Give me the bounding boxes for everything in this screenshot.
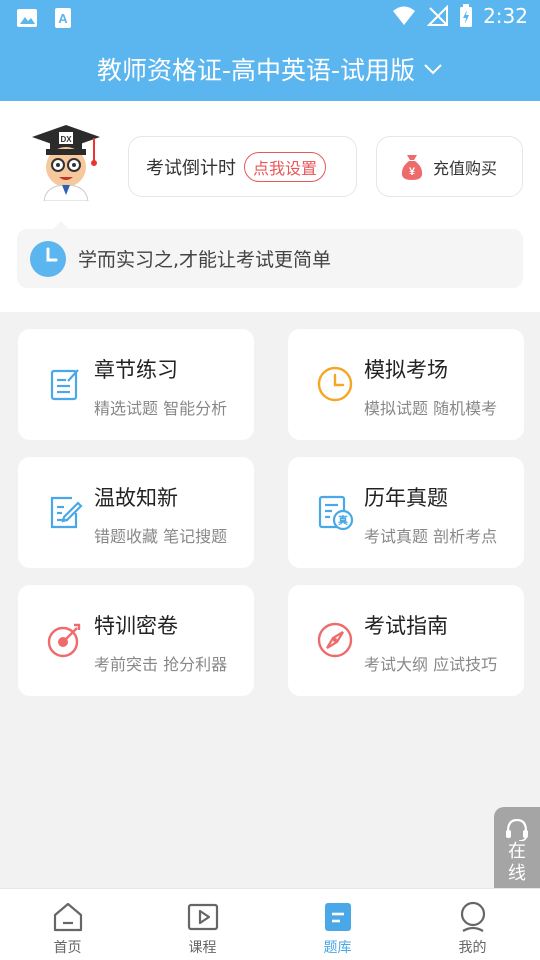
feature-card-exam-guide[interactable]: 考试指南 考试大纲 应试技巧 [288,585,524,696]
user-icon [460,901,485,932]
past-paper-icon: 真 [318,495,354,531]
nav-label: 首页 [53,940,82,956]
compass-icon [317,622,353,658]
set-countdown-button[interactable]: 点我设置 [244,151,327,182]
motto-bubble: 学而实习之,才能让考试更简单 [17,221,523,288]
feature-grid: 章节练习 精选试题 智能分析 模拟考场 模拟试题 随机模考 温故知新 错题收藏 … [18,329,524,696]
recharge-button[interactable]: ¥ 充值购买 [376,136,523,197]
feature-subtitle: 考前突击 抢分利器 [94,655,228,674]
motto-text: 学而实习之,才能让考试更简单 [78,249,332,271]
question-bank-icon [324,903,351,931]
nav-label: 课程 [188,940,217,956]
nav-item-mine[interactable]: 我的 [405,889,540,960]
edit-note-icon [50,369,79,401]
feature-card-mock-exam[interactable]: 模拟考场 模拟试题 随机模考 [288,329,524,440]
exam-title: 教师资格证-高中英语-试用版 [96,55,416,85]
feature-title: 模拟考场 [364,358,448,382]
home-icon [53,902,82,932]
feature-card-chapter-practice[interactable]: 章节练习 精选试题 智能分析 [18,329,254,440]
svg-text:¥: ¥ [409,166,416,178]
status-time: 2:32 [483,4,528,28]
recharge-label: 充值购买 [433,158,498,178]
feature-title: 温故知新 [94,486,178,510]
no-signal-icon [427,5,449,26]
wifi-icon [393,6,416,25]
feature-card-review[interactable]: 温故知新 错题收藏 笔记搜题 [18,457,254,568]
headset-icon [506,818,528,841]
write-icon [50,496,83,529]
feature-subtitle: 精选试题 智能分析 [94,399,228,418]
status-bar: A 2:32 [0,0,540,36]
feature-subtitle: 模拟试题 随机模考 [364,399,498,418]
svg-text:A: A [58,11,68,26]
feature-subtitle: 错题收藏 笔记搜题 [94,527,228,546]
feature-card-past-papers[interactable]: 真 历年真题 考试真题 剖析考点 [288,457,524,568]
clock-icon [30,240,66,277]
bottom-nav: 首页 课程 题库 我的 [0,888,540,960]
nav-label: 题库 [323,940,352,956]
money-bag-icon: ¥ [401,154,423,180]
play-icon [187,903,218,931]
nav-item-courses[interactable]: 课程 [135,889,270,960]
nav-item-question-bank[interactable]: 题库 [270,889,405,960]
nav-item-home[interactable]: 首页 [0,889,135,960]
online-service-button[interactable]: 在线 [494,807,540,888]
feature-title: 历年真题 [364,486,448,510]
countdown-label: 考试倒计时 [146,157,236,179]
battery-charging-icon [460,4,473,27]
clock-icon [317,366,353,402]
svg-text:DX: DX [60,135,72,144]
feature-title: 特训密卷 [94,614,178,638]
svg-text:真: 真 [338,514,348,527]
chevron-down-icon[interactable] [423,62,443,76]
target-icon [47,623,81,658]
header-bar[interactable]: 教师资格证-高中英语-试用版 [0,36,540,101]
nav-label: 我的 [458,940,487,956]
profile-section: DX 考试倒计时 点我设置 ¥ 充值购买 学而实习之,才能让考试更简单 [0,101,540,312]
feature-subtitle: 考试真题 剖析考点 [364,527,498,546]
feature-title: 章节练习 [94,358,178,382]
online-service-label: 在线 [508,841,526,884]
feature-title: 考试指南 [364,614,448,638]
exam-countdown-card[interactable]: 考试倒计时 点我设置 [128,136,357,197]
feature-subtitle: 考试大纲 应试技巧 [364,655,498,674]
feature-card-special-training[interactable]: 特训密卷 考前突击 抢分利器 [18,585,254,696]
a-letter-icon: A [55,8,71,28]
avatar: DX [32,125,100,201]
image-icon [17,9,37,27]
